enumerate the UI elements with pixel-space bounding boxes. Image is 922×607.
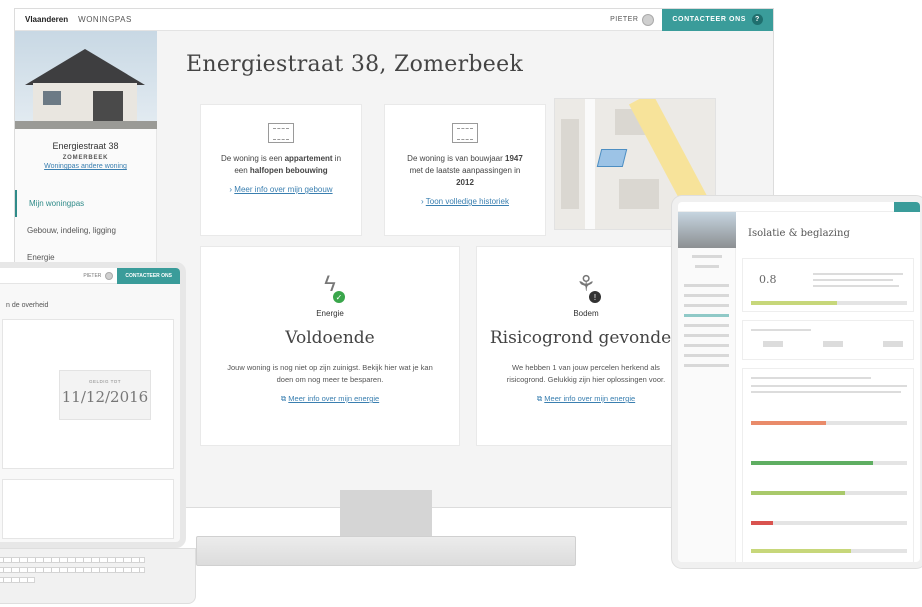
monitor-stand	[340, 490, 432, 538]
history-text: De woning is van bouwjaar 1947 met de la…	[407, 154, 523, 187]
sidebar-item-gebouw[interactable]: Gebouw, indeling, ligging	[15, 217, 156, 244]
user-menu[interactable]: PIETER	[610, 13, 655, 26]
brand-vlaanderen[interactable]: Vlaanderen	[15, 15, 78, 24]
tablet-sidebar	[678, 212, 736, 562]
soil-label: Bodem	[573, 309, 599, 318]
section-woningpas[interactable]: WONINGPAS	[78, 15, 132, 24]
tablet-screen: Isolatie & beglazing 0.8	[672, 196, 922, 568]
other-house-link[interactable]: Woningpas andere woning	[15, 163, 156, 170]
help-icon: ?	[752, 14, 763, 25]
warning-icon: !	[589, 291, 601, 303]
avatar	[642, 13, 655, 26]
soil-value: Risicogrond gevonden	[489, 328, 683, 348]
house-photo	[15, 31, 157, 129]
validity-date: 11/12/2016	[61, 388, 149, 406]
tablet-stats-block	[742, 320, 914, 360]
soil-icon: ⚘ !	[573, 271, 601, 303]
tablet-contact-button[interactable]	[894, 202, 920, 212]
validity-box: GELDIG TOT 11/12/2016	[59, 370, 151, 420]
contact-button[interactable]: CONTACTEER ONS ?	[662, 9, 773, 31]
tablet-value: 0.8	[759, 273, 777, 286]
laptop-heading: n de overheid	[6, 302, 49, 309]
page-title: Energiestraat 38, Zomerbeek	[186, 52, 524, 77]
check-icon: ✓	[333, 291, 345, 303]
top-bar: Vlaanderen WONINGPAS PIETER CONTACTEER O…	[15, 9, 773, 31]
soil-card: ⚘ ! Bodem Risicogrond gevonden We hebben…	[476, 246, 696, 446]
history-card: De woning is van bouwjaar 1947 met de la…	[384, 104, 546, 236]
calendar-icon	[452, 123, 478, 143]
energy-info-link[interactable]: ⧉ Meer info over mijn energie	[201, 394, 459, 404]
sidebar-city: ZOMERBEEK	[62, 155, 109, 161]
soil-info-link[interactable]: ⧉ Meer info over mijn energie	[477, 394, 695, 404]
contact-label: CONTACTEER ONS	[672, 16, 746, 23]
history-link[interactable]: › Toon volledige historiek	[385, 197, 545, 206]
sidebar-nav: Mijn woningpas Gebouw, indeling, ligging…	[15, 190, 156, 271]
laptop-contact-button[interactable]: CONTACTEER ONS	[117, 268, 180, 284]
energy-description: Jouw woning is nog niet op zijn zuinigst…	[227, 363, 433, 384]
laptop-user[interactable]: PIETER	[83, 273, 101, 279]
energy-card: ϟ ✓ Energie Voldoende Jouw woning is nog…	[200, 246, 460, 446]
building-info-link[interactable]: › Meer info over mijn gebouw	[201, 185, 361, 194]
sidebar-item-mijn-woningpas[interactable]: Mijn woningpas	[15, 190, 156, 217]
laptop-keyboard	[0, 548, 196, 604]
validity-label: GELDIG TOT	[88, 379, 122, 384]
energy-label: Energie	[316, 309, 344, 318]
sidebar-address: Energiestraat 38	[52, 141, 119, 151]
tablet-house-photo	[678, 212, 736, 248]
building-icon	[268, 123, 294, 143]
monitor-base	[196, 536, 576, 566]
parcel-marker	[596, 149, 628, 167]
soil-description: We hebben 1 van jouw percelen herkend al…	[506, 363, 666, 384]
building-card: De woning is een appartement in een half…	[200, 104, 362, 236]
building-text: De woning is een appartement in een half…	[220, 154, 342, 175]
user-name: PIETER	[610, 16, 639, 23]
laptop-screen: PIETER CONTACTEER ONS n de overheid GELD…	[0, 262, 186, 548]
energy-icon: ϟ ✓	[317, 271, 345, 303]
tablet-top-bar	[678, 202, 920, 212]
energy-value: Voldoende	[285, 328, 375, 348]
tablet-details-block	[742, 368, 914, 562]
tablet-score-block: 0.8	[742, 258, 914, 312]
tablet-title: Isolatie & beglazing	[748, 228, 850, 239]
laptop-panel: GELDIG TOT 11/12/2016	[2, 319, 174, 469]
laptop-panel-2	[2, 479, 174, 539]
laptop-top-bar: PIETER CONTACTEER ONS	[0, 268, 180, 284]
laptop-avatar	[105, 271, 114, 280]
